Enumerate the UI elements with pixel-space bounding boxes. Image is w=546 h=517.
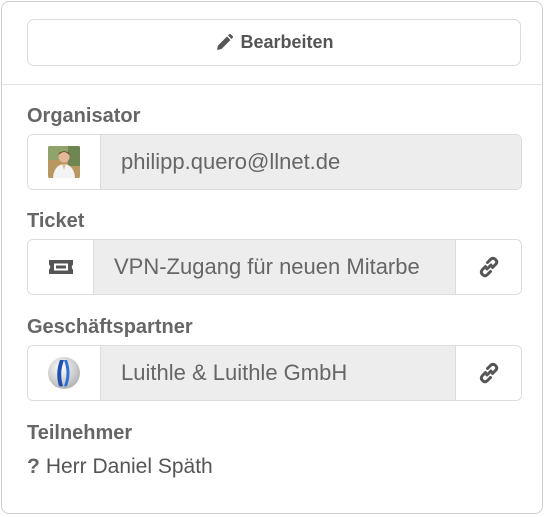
- organizer-avatar-addon: [28, 135, 101, 189]
- edit-button-label: Bearbeiten: [240, 32, 334, 52]
- ticket-field: VPN-Zugang für neuen Mitarbe: [27, 239, 522, 295]
- edit-button[interactable]: Bearbeiten: [27, 19, 521, 66]
- organizer-field: philipp.quero@llnet.de: [27, 134, 522, 190]
- company-logo: [48, 357, 80, 389]
- participant-item: ? Herr Daniel Späth: [27, 455, 213, 479]
- details-card: Bearbeiten Organisator philipp.quero@lln…: [1, 1, 543, 514]
- participant-name: Herr Daniel Späth: [45, 455, 213, 478]
- question-mark-icon: ?: [27, 455, 40, 478]
- organizer-label: Organisator: [27, 105, 141, 127]
- ticket-link-button[interactable]: [455, 240, 521, 294]
- ticket-icon: [48, 260, 73, 274]
- ticket-icon-addon: [28, 240, 94, 294]
- avatar: [48, 146, 80, 178]
- link-icon: [479, 362, 498, 384]
- partner-field: Luithle & Luithle GmbH: [27, 345, 522, 401]
- ticket-title: VPN-Zugang für neuen Mitarbe: [94, 240, 455, 294]
- ticket-label: Ticket: [27, 210, 85, 232]
- partner-name: Luithle & Luithle GmbH: [101, 346, 455, 400]
- organizer-email: philipp.quero@llnet.de: [101, 135, 521, 189]
- partner-link-button[interactable]: [455, 346, 521, 400]
- link-icon: [479, 256, 498, 278]
- pencil-icon: [217, 33, 234, 50]
- partner-label: Geschäftspartner: [27, 316, 193, 338]
- participants-label: Teilnehmer: [27, 422, 133, 444]
- card-header: Bearbeiten: [2, 2, 542, 85]
- partner-logo-addon: [28, 346, 101, 400]
